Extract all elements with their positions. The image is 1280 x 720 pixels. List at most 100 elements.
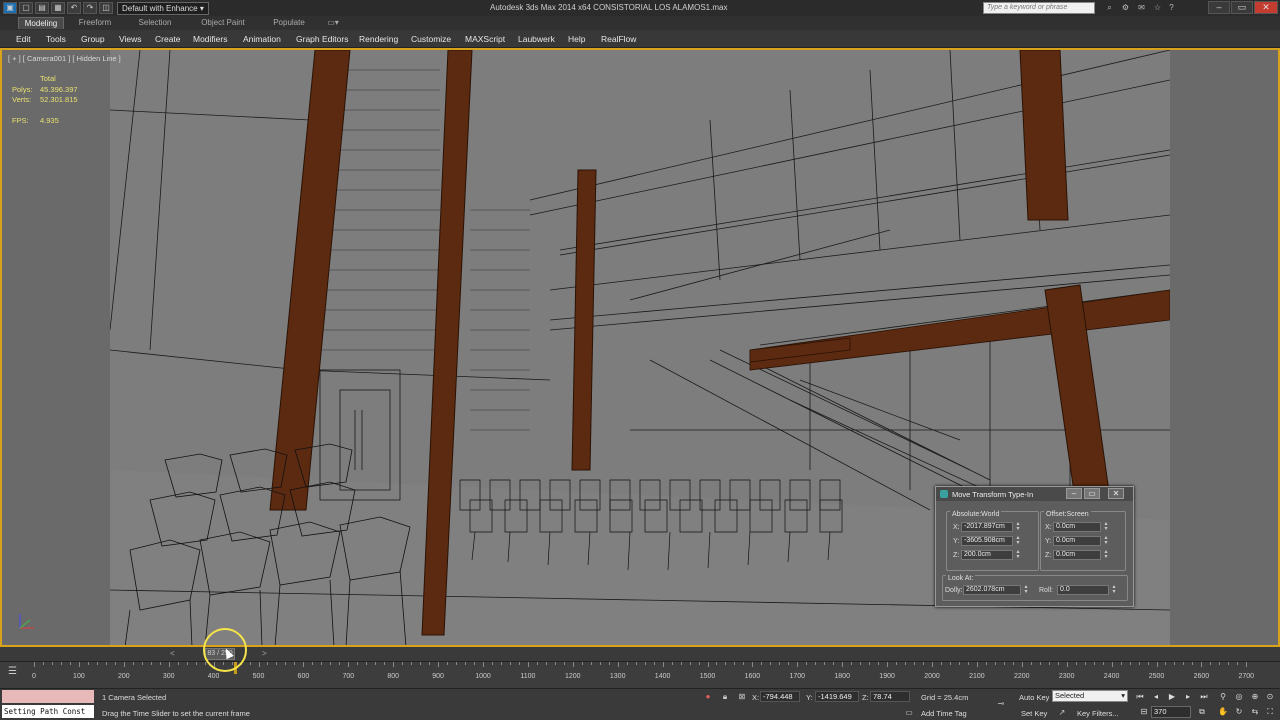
key-filters-button[interactable]: Key Filters... xyxy=(1077,709,1119,718)
tab-populate[interactable]: Populate xyxy=(266,17,312,29)
add-time-tag-button[interactable]: Add Time Tag xyxy=(921,709,967,718)
menu-customize[interactable]: Customize xyxy=(411,34,451,44)
isolate-icon[interactable]: ● xyxy=(703,692,713,702)
subscription-icon[interactable]: ⚙ xyxy=(1120,3,1131,13)
x-coord-field[interactable]: -794.448 xyxy=(760,691,800,702)
dialog-maximize-button[interactable]: ▭ xyxy=(1084,488,1100,499)
roll-spinner[interactable]: ▴ ▾ xyxy=(1111,584,1117,595)
field-of-view-icon[interactable]: ⊕ xyxy=(1249,691,1261,702)
play-button[interactable]: ▶ xyxy=(1166,691,1178,702)
current-frame-field[interactable]: 370 xyxy=(1151,706,1191,718)
close-button[interactable]: ✕ xyxy=(1254,1,1278,14)
z-coord-field[interactable]: 78.74 xyxy=(870,691,910,702)
off-y-field[interactable]: 0.0cm xyxy=(1053,536,1101,546)
maxscript-output[interactable]: Setting Path Const xyxy=(2,705,94,718)
open-icon[interactable]: ▤ xyxy=(35,2,49,14)
redo-icon[interactable]: ↷ xyxy=(83,2,97,14)
app-menu-icon[interactable]: ▣ xyxy=(3,2,17,14)
dialog-minimize-button[interactable]: – xyxy=(1066,488,1082,499)
next-frame-button[interactable]: ▸ xyxy=(1182,691,1194,702)
previous-frame-button[interactable]: ◂ xyxy=(1150,691,1162,702)
app-title: Autodesk 3ds Max 2014 x64 CONSISTORIAL L… xyxy=(490,3,728,12)
off-x-field[interactable]: 0.0cm xyxy=(1053,522,1101,532)
zoom-icon[interactable]: ⚲ xyxy=(1217,691,1229,702)
abs-y-spinner[interactable]: ▴ ▾ xyxy=(1015,535,1021,546)
off-z-field[interactable]: 0.0cm xyxy=(1053,550,1101,560)
key-icon[interactable]: ⊸ xyxy=(993,699,1009,709)
selection-lock-icon[interactable]: 🔒︎ xyxy=(720,692,730,702)
absolute-mode-icon[interactable]: ⊠ xyxy=(737,692,747,702)
off-x-spinner[interactable]: ▴ ▾ xyxy=(1103,521,1109,532)
dolly-icon[interactable]: ⊙ xyxy=(1264,691,1276,702)
menu-help[interactable]: Help xyxy=(568,34,585,44)
tab-object-paint[interactable]: Object Paint xyxy=(195,17,251,29)
menu-graph-editors[interactable]: Graph Editors xyxy=(296,34,348,44)
tab-selection[interactable]: Selection xyxy=(132,17,178,29)
y-coord-field[interactable]: -1419.649 xyxy=(815,691,859,702)
time-tag-icon[interactable]: ▭ xyxy=(904,708,914,718)
pan-icon[interactable]: ✋ xyxy=(1217,706,1229,717)
time-slider-prev-button[interactable]: < xyxy=(170,649,175,658)
set-key-button[interactable]: Set Key xyxy=(1021,709,1047,718)
menu-group[interactable]: Group xyxy=(81,34,105,44)
mini-curve-editor-icon[interactable]: ☰ xyxy=(8,666,20,678)
move-transform-dialog[interactable]: Move Transform Type-In – ▭ ✕ Absolute:Wo… xyxy=(935,486,1134,607)
stats-fps-label: FPS: xyxy=(12,115,29,125)
undo-icon[interactable]: ↶ xyxy=(67,2,81,14)
menu-views[interactable]: Views xyxy=(119,34,142,44)
favorites-icon[interactable]: ☆ xyxy=(1152,3,1163,13)
ruler-minor-tick xyxy=(725,662,727,665)
time-slider-next-button[interactable]: > xyxy=(262,649,267,658)
minimize-button[interactable]: – xyxy=(1208,1,1230,14)
roll-field[interactable]: 0.0 xyxy=(1057,585,1109,595)
dialog-close-button[interactable]: ✕ xyxy=(1108,488,1124,499)
new-icon[interactable]: ▢ xyxy=(19,2,33,14)
move-transform-titlebar[interactable]: Move Transform Type-In – ▭ ✕ xyxy=(936,487,1133,501)
binoculars-icon[interactable]: ⌕ xyxy=(1104,3,1115,13)
ribbon-toggle-icon[interactable]: ▭▾ xyxy=(322,17,344,29)
go-to-start-button[interactable]: ⏮ xyxy=(1134,691,1146,702)
roll-camera-icon[interactable]: ↻ xyxy=(1233,706,1245,717)
off-y-spinner[interactable]: ▴ ▾ xyxy=(1103,535,1109,546)
abs-y-field[interactable]: -3605.908cm xyxy=(961,536,1013,546)
menu-tools[interactable]: Tools xyxy=(46,34,66,44)
time-slider[interactable]: < 83 / 250 > xyxy=(0,647,1280,661)
maximize-button[interactable]: ▭ xyxy=(1231,1,1253,14)
search-input[interactable]: Type a keyword or phrase xyxy=(983,2,1095,14)
viewport-label[interactable]: [ + ] [ Camera001 ] [ Hidden Line ] xyxy=(8,54,121,63)
menu-create[interactable]: Create xyxy=(155,34,181,44)
dolly-spinner[interactable]: ▴ ▾ xyxy=(1023,584,1029,595)
go-to-end-button[interactable]: ⏭ xyxy=(1198,691,1210,702)
menu-realflow[interactable]: RealFlow xyxy=(601,34,636,44)
abs-z-field[interactable]: 200.0cm xyxy=(961,550,1013,560)
auto-key-button[interactable]: Auto Key xyxy=(1019,693,1049,702)
workspace-dropdown[interactable]: Default with Enhance ▾ xyxy=(117,1,209,15)
off-z-spinner[interactable]: ▴ ▾ xyxy=(1103,549,1109,560)
ruler-tick xyxy=(1246,662,1248,667)
maximize-viewport-icon[interactable]: ⛶ xyxy=(1264,706,1276,717)
save-icon[interactable]: ▦ xyxy=(51,2,65,14)
maxscript-listener-input[interactable] xyxy=(2,690,94,703)
menu-laubwerk[interactable]: Laubwerk xyxy=(518,34,555,44)
menu-maxscript[interactable]: MAXScript xyxy=(465,34,505,44)
key-mode-toggle-icon[interactable]: ⊟ xyxy=(1138,706,1150,717)
abs-x-spinner[interactable]: ▴ ▾ xyxy=(1015,521,1021,532)
menu-modifiers[interactable]: Modifiers xyxy=(193,34,227,44)
key-mode-icon[interactable]: ↗ xyxy=(1057,708,1067,718)
help-icon[interactable]: ? xyxy=(1166,3,1177,13)
communication-icon[interactable]: ✉ xyxy=(1136,3,1147,13)
time-config-icon[interactable]: ⧉ xyxy=(1196,706,1208,717)
truck-icon[interactable]: ⇆ xyxy=(1249,706,1261,717)
hold-icon[interactable]: ◫ xyxy=(99,2,113,14)
abs-z-spinner[interactable]: ▴ ▾ xyxy=(1015,549,1021,560)
track-bar[interactable]: ☰ 0 100 200 300 400 500 600 700 800 900 1000 1100 12… xyxy=(0,661,1280,688)
tab-modeling[interactable]: Modeling xyxy=(18,17,64,29)
menu-animation[interactable]: Animation xyxy=(243,34,281,44)
dolly-field[interactable]: 2602.078cm xyxy=(963,585,1021,595)
key-set-dropdown[interactable]: Selected ▾ xyxy=(1052,690,1128,702)
abs-x-field[interactable]: -2017.897cm xyxy=(961,522,1013,532)
tab-freeform[interactable]: Freeform xyxy=(72,17,118,29)
menu-rendering[interactable]: Rendering xyxy=(359,34,398,44)
menu-edit[interactable]: Edit xyxy=(16,34,31,44)
orbit-icon[interactable]: ◎ xyxy=(1233,691,1245,702)
